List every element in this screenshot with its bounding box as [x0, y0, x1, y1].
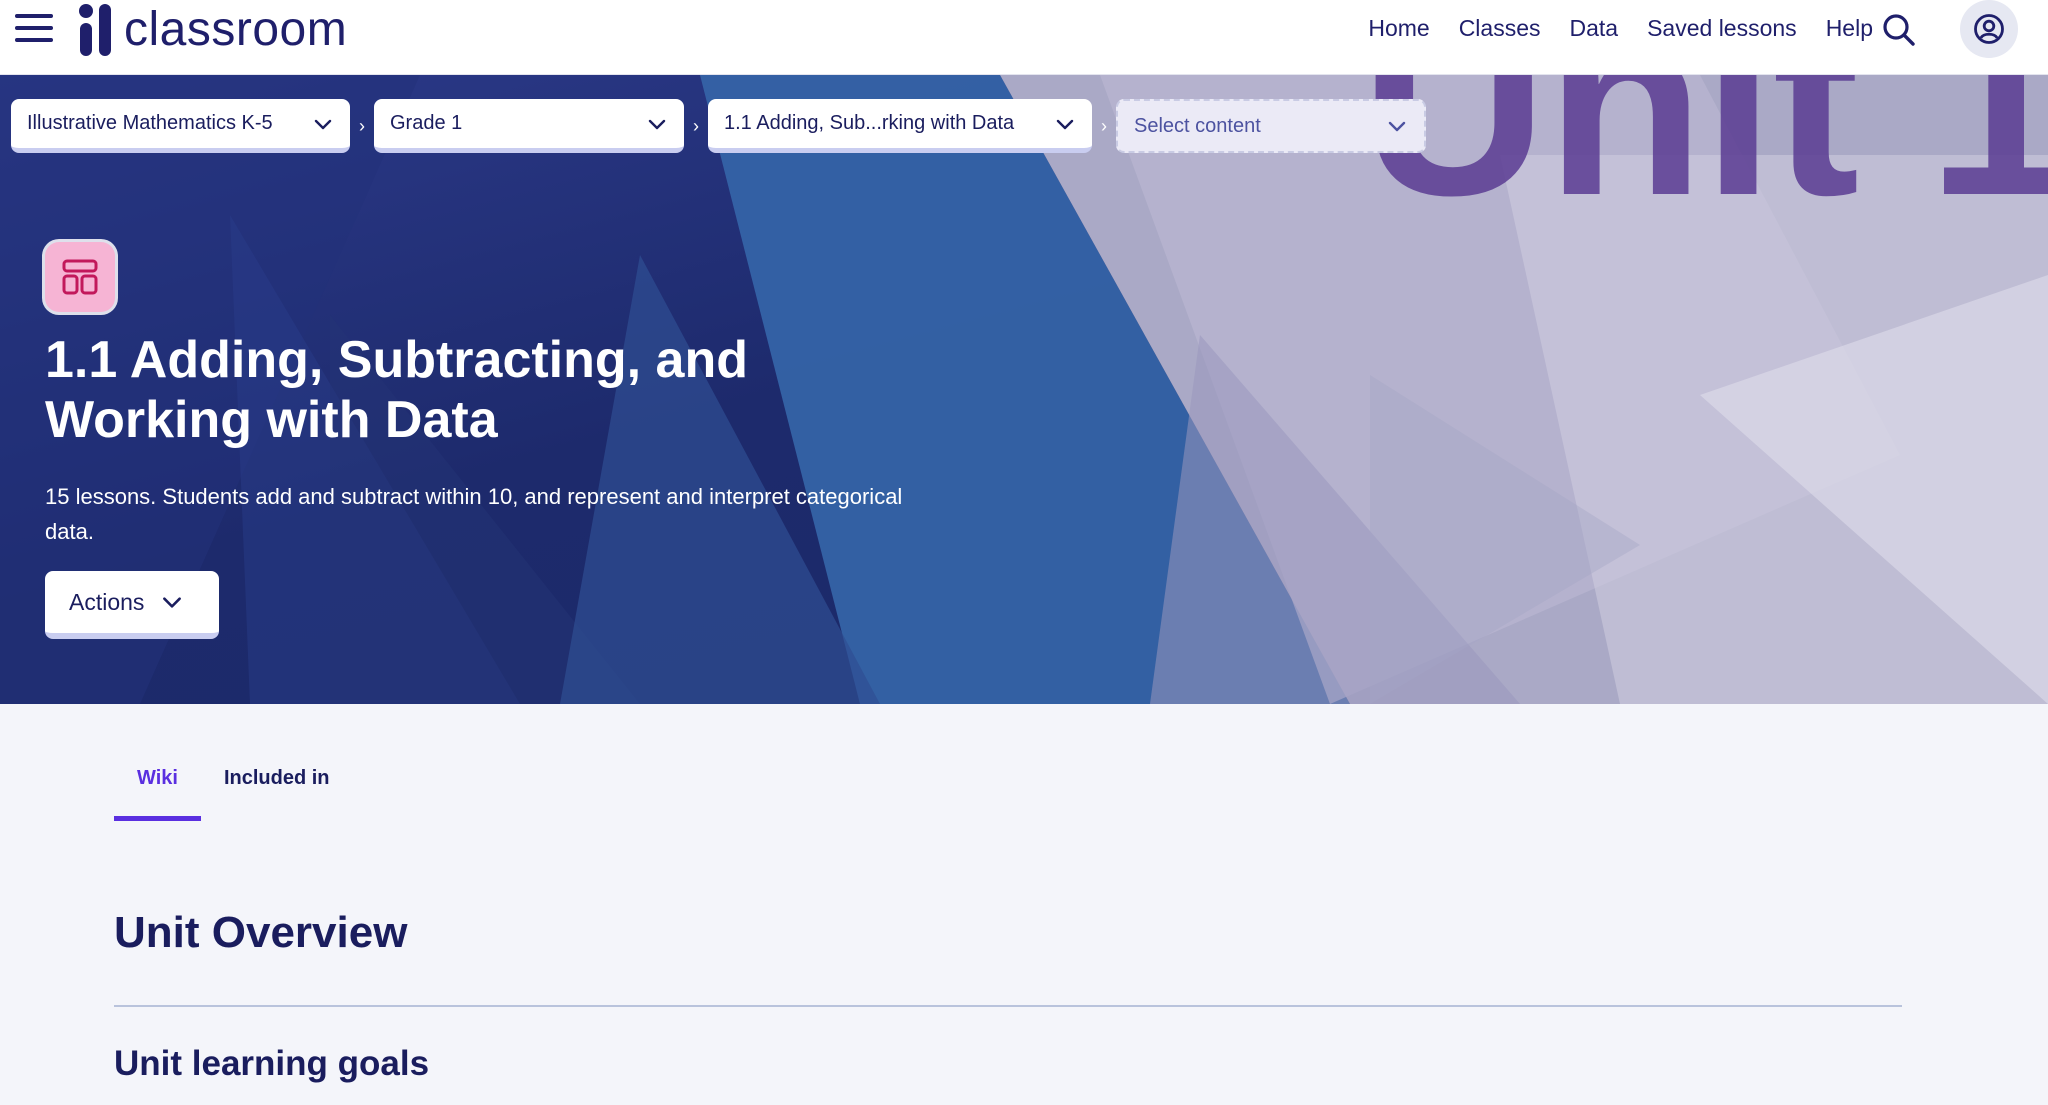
nav-link-home[interactable]: Home [1368, 15, 1429, 42]
chevron-down-icon [648, 119, 666, 129]
unit-description: 15 lessons. Students add and subtract wi… [45, 484, 903, 544]
breadcrumb-separator-icon: › [359, 115, 365, 136]
user-circle-icon [1974, 14, 2004, 44]
chevron-down-icon [163, 597, 182, 608]
top-nav-bar: classroom Home Classes Data Saved lesson… [0, 0, 2048, 75]
content-tabs: Wiki Included in [114, 757, 353, 821]
section-divider [114, 1005, 1902, 1007]
nav-link-help[interactable]: Help [1826, 15, 1873, 42]
logo-mark-icon [79, 4, 115, 56]
search-icon[interactable] [1880, 11, 1918, 49]
chevron-down-icon [1056, 119, 1074, 129]
unit-layout-icon [45, 242, 115, 312]
breadcrumb-label: Select content [1134, 114, 1261, 137]
breadcrumb-unit-select[interactable]: 1.1 Adding, Sub...rking with Data [708, 99, 1092, 153]
actions-label: Actions [69, 588, 145, 615]
main-nav: Home Classes Data Saved lessons Help [1368, 0, 1873, 57]
logo-text: classroom [124, 3, 348, 56]
unit-watermark-text: Unit 1 [1360, 75, 2048, 250]
account-avatar-button[interactable] [1960, 0, 2018, 58]
breadcrumb-grade-select[interactable]: Grade 1 [374, 99, 684, 153]
breadcrumb-label: Illustrative Mathematics K-5 [27, 112, 273, 134]
chevron-down-icon [314, 119, 332, 129]
subhead-unit-learning-goals: Unit learning goals [114, 1044, 430, 1083]
nav-link-saved-lessons[interactable]: Saved lessons [1647, 15, 1797, 42]
nav-link-data[interactable]: Data [1570, 15, 1619, 42]
actions-dropdown-button[interactable]: Actions [45, 571, 219, 639]
page-title: 1.1 Adding, Subtracting, and Working wit… [45, 331, 748, 449]
logo[interactable]: classroom [79, 3, 347, 57]
breadcrumb-separator-icon: › [1101, 115, 1107, 136]
tab-included-in[interactable]: Included in [201, 757, 353, 821]
breadcrumb-curriculum-select[interactable]: Illustrative Mathematics K-5 [11, 99, 350, 153]
chevron-down-icon [1388, 121, 1406, 132]
breadcrumb-label: Grade 1 [390, 112, 463, 134]
nav-link-classes[interactable]: Classes [1459, 15, 1541, 42]
unit-hero-banner: Unit 1 Illustrative Mathematics K-5 › Gr… [0, 75, 2048, 704]
tab-wiki[interactable]: Wiki [114, 757, 201, 821]
breadcrumb-separator-icon: › [693, 115, 699, 136]
breadcrumb: Illustrative Mathematics K-5 › Grade 1 ›… [11, 99, 1426, 153]
breadcrumb-content-select[interactable]: Select content [1116, 99, 1426, 153]
breadcrumb-label: 1.1 Adding, Sub...rking with Data [724, 112, 1015, 134]
hamburger-menu-icon[interactable] [15, 14, 53, 44]
section-title-unit-overview: Unit Overview [114, 908, 408, 957]
